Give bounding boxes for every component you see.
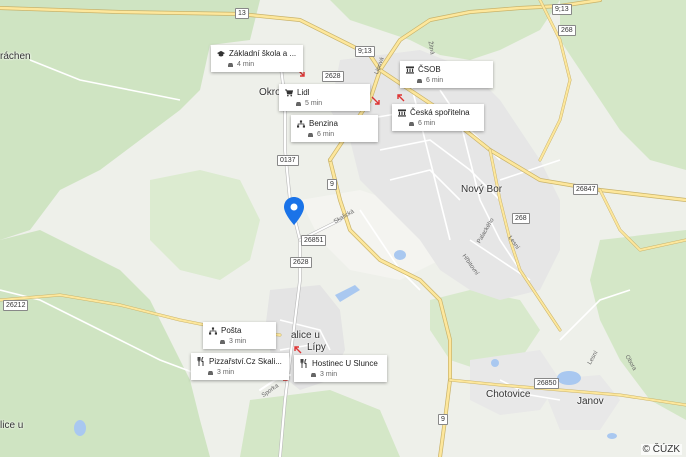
place-label: Nový Bor <box>461 184 503 195</box>
bank-icon <box>398 108 406 117</box>
road-number-label: 9 <box>327 179 337 190</box>
poi-card[interactable]: Lidl 5 min <box>279 84 371 111</box>
poi-card[interactable]: Základní škola a ... 4 min <box>211 45 304 72</box>
road-number-label: 26212 <box>3 300 29 311</box>
poi-name: Hostinec U Slunce <box>312 359 378 368</box>
poi-name: ČSOB <box>418 65 441 74</box>
cart-icon <box>285 88 293 97</box>
post-network-icon <box>209 326 217 335</box>
poi-card[interactable]: Pizzařství.Cz Skali... 3 min <box>191 353 289 380</box>
car-icon <box>228 62 233 67</box>
car-icon <box>296 101 301 106</box>
fuel-network-icon <box>297 119 305 128</box>
pond <box>607 433 617 439</box>
map-canvas[interactable]: 13 9;13 268 9;13 2628 0137 9 26851 2628 … <box>0 0 686 457</box>
restaurant-icon <box>197 357 205 366</box>
travel-time: 3 min <box>217 369 235 376</box>
travel-time: 3 min <box>320 371 338 378</box>
pond <box>74 420 86 436</box>
place-label: Chotovice <box>486 389 531 400</box>
location-pin-icon[interactable] <box>283 196 305 226</box>
car-icon <box>311 372 316 377</box>
travel-time: 5 min <box>305 100 323 107</box>
travel-time: 3 min <box>229 338 247 345</box>
car-icon <box>409 121 414 126</box>
road-number-label: 268 <box>558 25 576 36</box>
road-number-label: 268 <box>512 213 530 224</box>
school-icon <box>217 50 225 58</box>
car-icon <box>417 78 422 83</box>
place-label: lice u <box>0 420 24 431</box>
bank-icon <box>406 65 414 74</box>
poi-card[interactable]: Pošta 3 min <box>203 322 277 349</box>
road-number-label: 9;13 <box>552 4 572 15</box>
travel-time: 6 min <box>426 77 444 84</box>
poi-pointer-icon <box>294 346 302 354</box>
road-number-label: 13 <box>235 8 249 19</box>
place-label: Lípy <box>307 342 326 353</box>
place-label: Janov <box>577 396 604 407</box>
pond <box>557 371 581 385</box>
poi-name: Pizzařství.Cz Skali... <box>209 357 282 366</box>
place-label: Okro <box>259 87 281 98</box>
road-number-label: 2628 <box>322 71 344 82</box>
place-label: alice u <box>291 330 320 341</box>
pond <box>491 359 499 367</box>
poi-card[interactable]: Benzina 6 min <box>291 115 378 142</box>
car-icon <box>308 132 313 137</box>
poi-card[interactable]: Česká spořitelna 6 min <box>392 104 484 131</box>
poi-name: Lidl <box>297 88 310 97</box>
restaurant-icon <box>300 359 308 368</box>
poi-card[interactable]: ČSOB 6 min <box>400 61 494 88</box>
road-number-label: 2628 <box>290 257 312 268</box>
poi-name: Základní škola a ... <box>229 49 297 58</box>
road-number-label: 26847 <box>573 184 599 195</box>
car-icon <box>220 339 225 344</box>
poi-pointer-icon <box>397 94 405 102</box>
road-number-label: 26850 <box>534 378 560 389</box>
road-number-label: 0137 <box>277 155 299 166</box>
travel-time: 6 min <box>418 120 436 127</box>
pond <box>394 250 406 260</box>
poi-name: Česká spořitelna <box>410 108 470 117</box>
poi-pointer-icon <box>371 96 380 105</box>
poi-name: Pošta <box>221 326 242 335</box>
road-number-label: 9 <box>438 414 448 425</box>
car-icon <box>208 370 213 375</box>
travel-time: 6 min <box>317 131 335 138</box>
poi-name: Benzina <box>309 119 338 128</box>
poi-card[interactable]: Hostinec U Slunce 3 min <box>294 355 387 382</box>
map-base-layer <box>0 0 686 457</box>
map-copyright[interactable]: © ČÚZK <box>640 444 682 455</box>
place-label: ráchen <box>0 51 31 62</box>
road-number-label: 26851 <box>301 235 327 246</box>
travel-time: 4 min <box>237 61 255 68</box>
road-number-label: 9;13 <box>355 46 375 57</box>
